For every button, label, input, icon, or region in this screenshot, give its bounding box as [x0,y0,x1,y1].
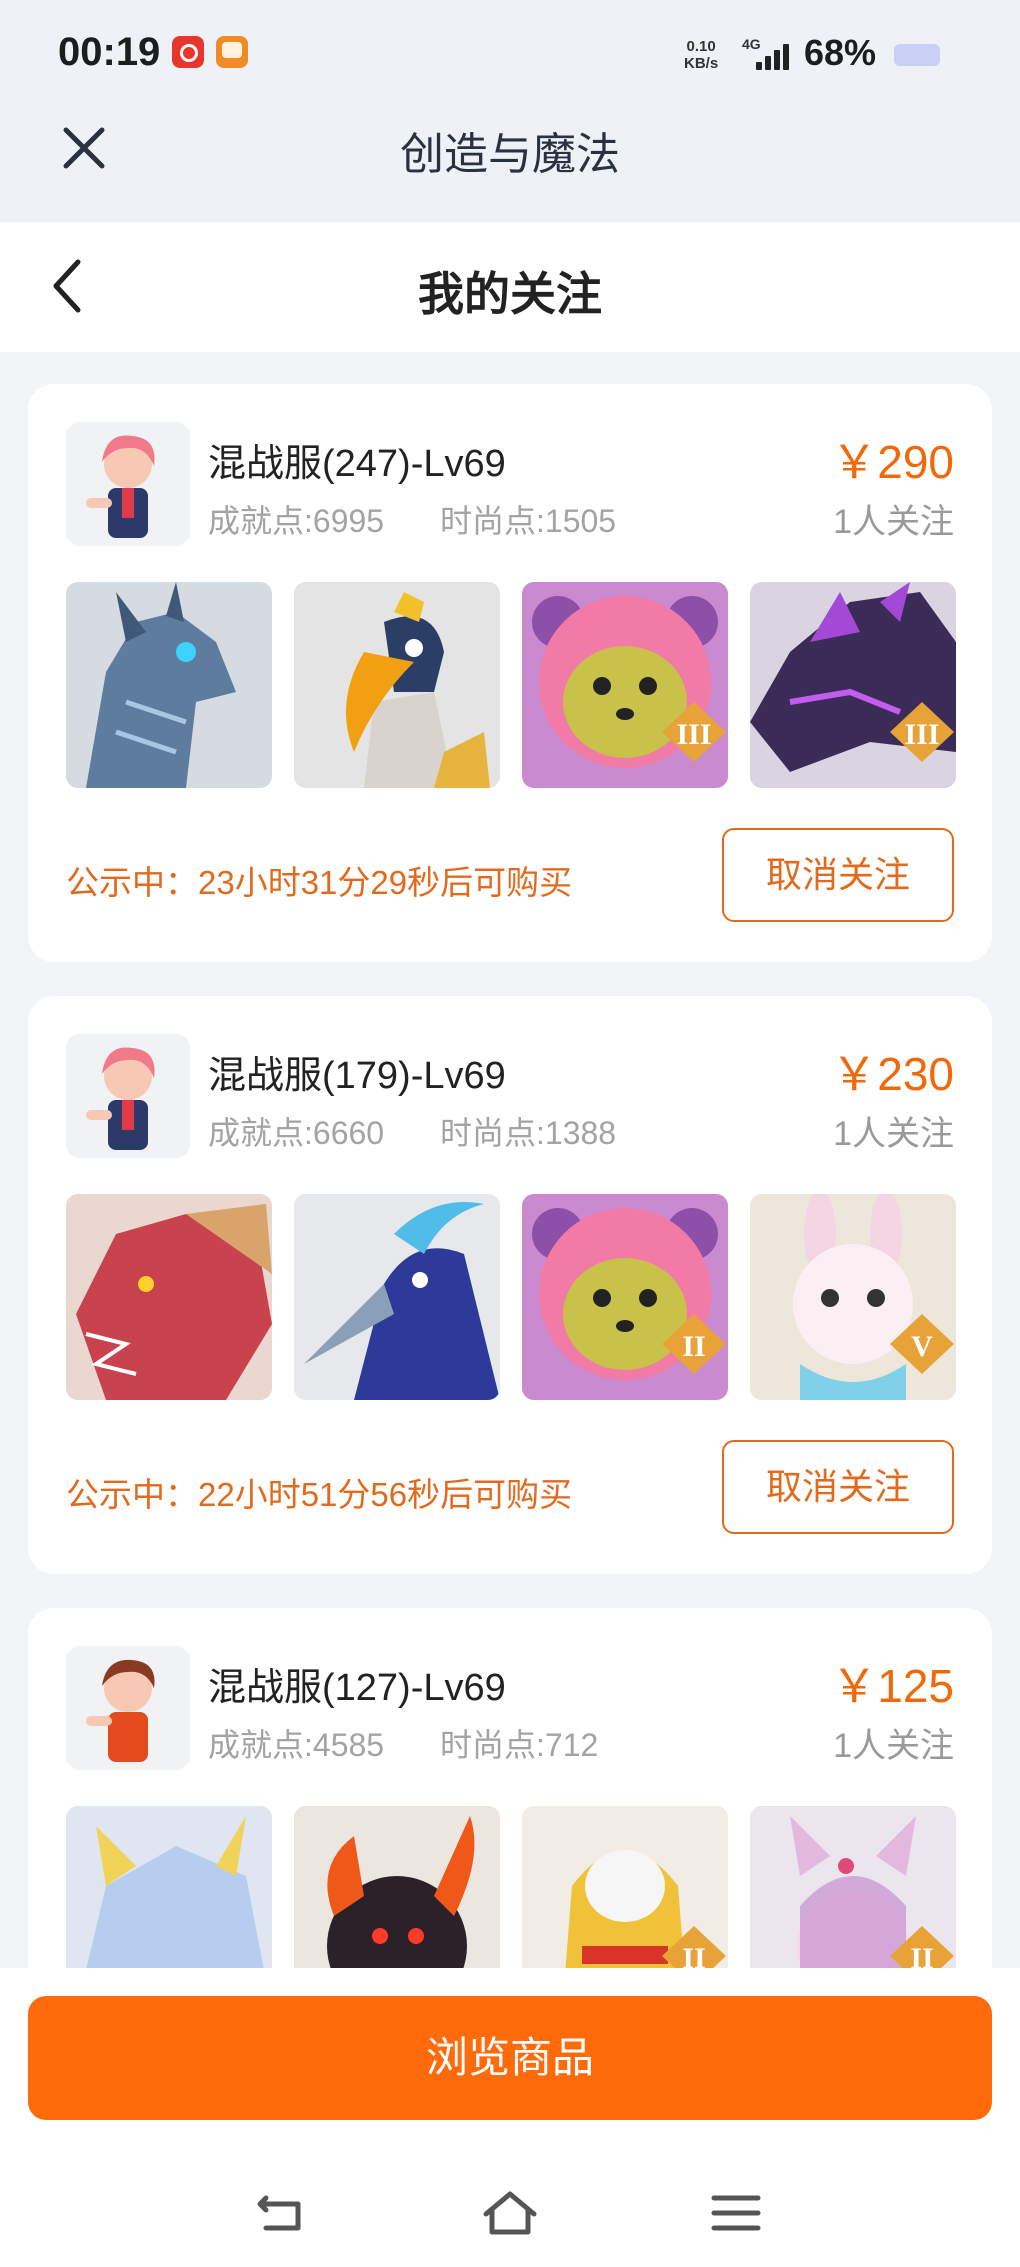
server-name: 混战服(127)-Lv69 [208,1667,506,1709]
battery-icon [894,44,940,66]
pink-bear-pet-thumbnail[interactable]: II [522,1194,728,1400]
publicity-countdown: 公示中：22小时51分56秒后可购买 [66,1476,573,1513]
home-nav-icon[interactable] [480,2188,540,2238]
follower-count: 1人关注 [833,503,954,541]
purple-dragon-mount-thumbnail[interactable]: III [750,582,956,788]
page-title: 我的关注 [418,268,602,320]
price: ￥125 [831,1660,954,1712]
follower-count: 1人关注 [833,1115,954,1153]
music-app-icon [172,36,204,68]
svg-text:II: II [682,1330,705,1363]
avatar [66,422,190,546]
listing-card[interactable]: 混战服(179)-Lv69 成就点:6660 时尚点:1388 ￥230 1人关… [28,996,992,1574]
item-thumbnails: III III [66,582,956,788]
achievement-points: 成就点:4585 [208,1727,385,1763]
net-speed: 0.10 KB/s [684,38,719,72]
battery-percent: 68% [804,32,877,73]
price: ￥290 [831,436,954,488]
hornbill-pet-thumbnail[interactable] [294,582,500,788]
back-nav-icon[interactable] [252,2188,312,2238]
blue-dragon-mount-thumbnail[interactable] [66,582,272,788]
browse-products-button[interactable]: 浏览商品 [28,1996,992,2120]
signal-icon [756,42,792,70]
unfollow-button[interactable]: 取消关注 [722,1440,954,1534]
listing-card[interactable]: 混战服(127)-Lv69 成就点:4585 时尚点:712 ￥125 1人关注 [28,1608,992,2028]
svg-text:V: V [911,1330,933,1363]
app-title: 创造与魔法 [400,130,620,179]
status-time: 00:19 [58,30,161,74]
avatar [66,1034,190,1158]
svg-text:III: III [904,718,939,751]
publicity-countdown: 公示中：23小时31分29秒后可购买 [66,864,573,901]
status-bar: 00:19 0.10 KB/s 4G 68% [0,0,1020,110]
achievement-points: 成就点:6995 [208,503,385,539]
price: ￥230 [831,1048,954,1100]
red-dragon-mount-thumbnail[interactable] [66,1194,272,1400]
peacock-pet-thumbnail[interactable] [294,1194,500,1400]
bunny-pet-thumbnail[interactable]: V [750,1194,956,1400]
server-name: 混战服(247)-Lv69 [208,443,506,485]
fashion-points: 时尚点:1505 [440,503,617,539]
item-thumbnails: II V [66,1194,956,1400]
follower-count: 1人关注 [833,1727,954,1765]
menu-nav-icon[interactable] [706,2188,766,2238]
listing-card[interactable]: 混战服(247)-Lv69 成就点:6995 时尚点:1505 ￥290 1人关… [28,384,992,962]
achievement-points: 成就点:6660 [208,1115,385,1151]
unfollow-button[interactable]: 取消关注 [722,828,954,922]
fashion-points: 时尚点:712 [440,1727,599,1763]
game-app-icon [216,36,248,68]
pink-bear-pet-thumbnail[interactable]: III [522,582,728,788]
fashion-points: 时尚点:1388 [440,1115,617,1151]
svg-text:III: III [676,718,711,751]
avatar [66,1646,190,1770]
server-name: 混战服(179)-Lv69 [208,1055,506,1097]
